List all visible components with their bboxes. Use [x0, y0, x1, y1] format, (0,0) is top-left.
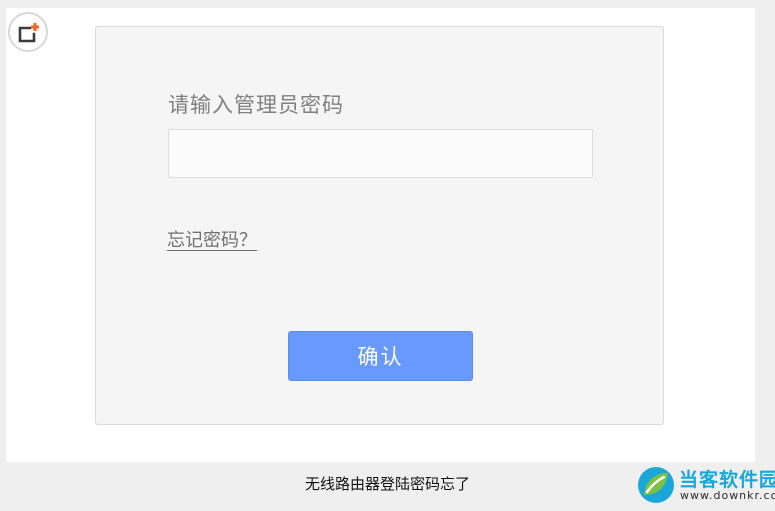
forgot-password-link[interactable]: 忘记密码？ — [167, 226, 257, 252]
watermark: 当客软件园 www.downkr.com — [636, 462, 775, 507]
corner-badge[interactable] — [8, 12, 48, 52]
leaf-logo — [638, 467, 674, 503]
confirm-button[interactable]: 确认 — [288, 331, 473, 381]
login-panel: 请输入管理员密码 忘记密码？ 确认 — [95, 26, 664, 425]
password-input[interactable] — [168, 129, 593, 178]
password-prompt-label: 请输入管理员密码 — [168, 93, 344, 117]
watermark-url: www.downkr.com — [680, 489, 775, 502]
add-frame-icon — [18, 23, 39, 43]
watermark-site-name: 当客软件园 — [679, 469, 775, 491]
